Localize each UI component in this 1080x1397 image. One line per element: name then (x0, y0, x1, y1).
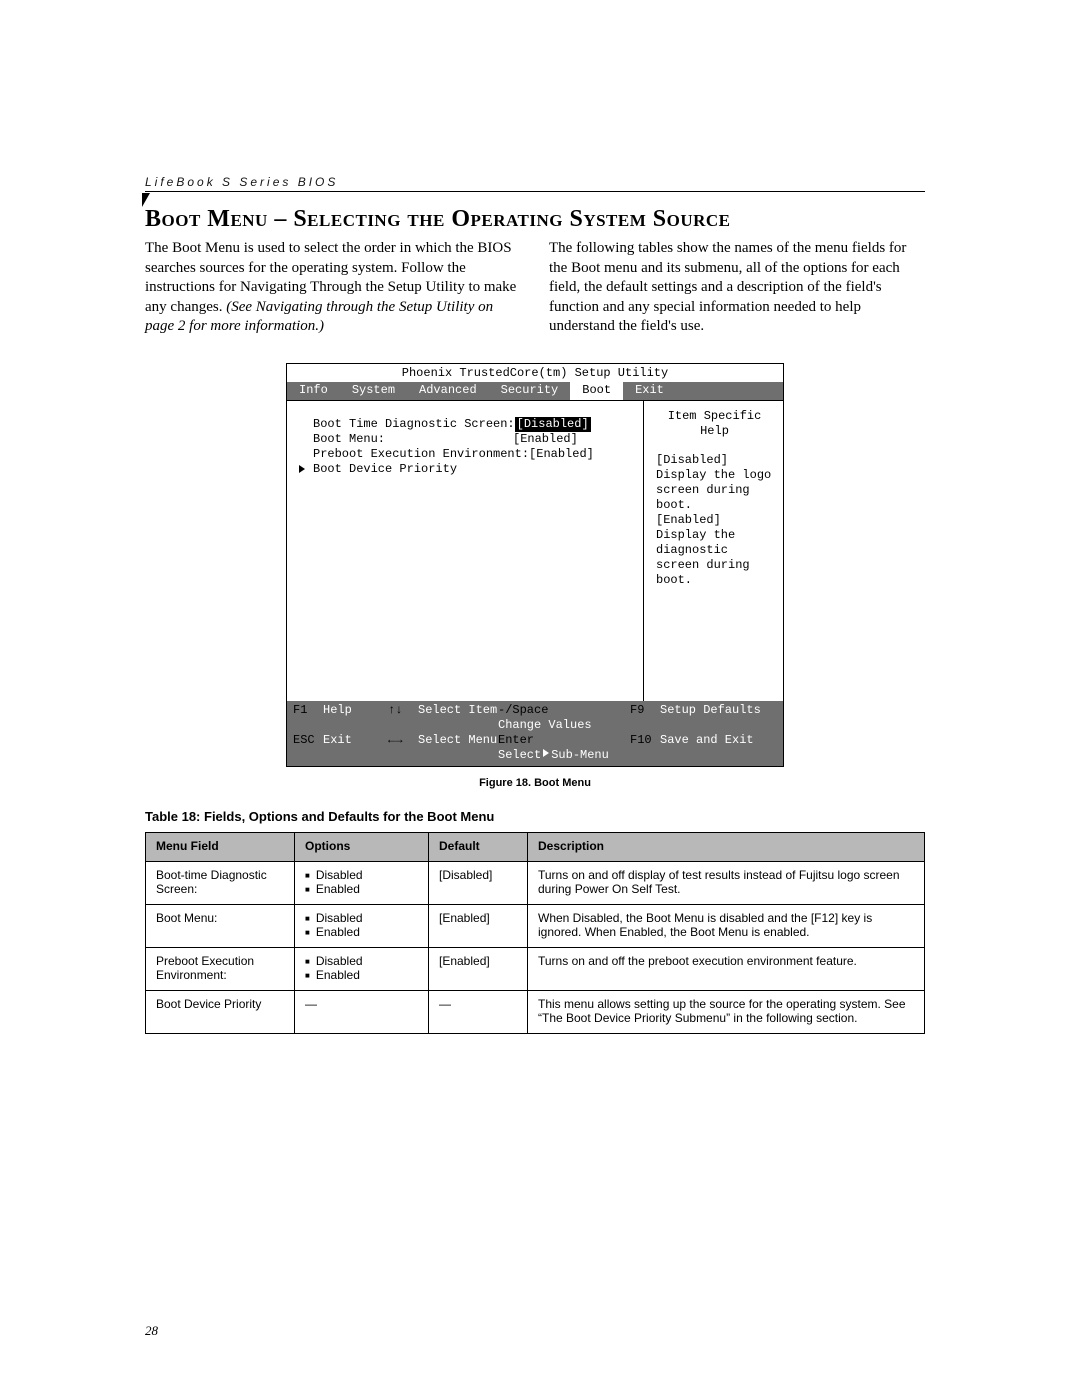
intro-left: The Boot Menu is used to select the orde… (145, 239, 521, 337)
bios-tab-advanced: Advanced (407, 382, 489, 400)
bios-tab-security: Security (489, 382, 571, 400)
key-enter: Enter (498, 733, 554, 748)
cell-menu: Preboot Execution Environment: (146, 947, 295, 990)
running-head: LifeBook S Series BIOS (145, 175, 925, 192)
th-options: Options (295, 832, 429, 861)
bios-item-pxe: Preboot Execution Environment: [Enabled] (313, 447, 633, 462)
cell-desc: This menu allows setting up the source f… (528, 990, 925, 1033)
bios-help-line: [Enabled] (656, 513, 773, 528)
section-title: Boot Menu – Selecting the Operating Syst… (145, 206, 925, 233)
option-item: Disabled (305, 954, 420, 968)
table-row: Boot-time Diagnostic Screen: Disabled En… (146, 861, 925, 904)
figure-caption: Figure 18. Boot Menu (145, 777, 925, 789)
table-row: Preboot Execution Environment: Disabled … (146, 947, 925, 990)
table-header-row: Menu Field Options Default Description (146, 832, 925, 861)
key-updown: ↑↓ (388, 703, 418, 718)
th-menu: Menu Field (146, 832, 295, 861)
key-action: Save and Exit (660, 733, 754, 748)
cell-options: Disabled Enabled (295, 947, 429, 990)
cell-menu: Boot Menu: (146, 904, 295, 947)
bios-help-body: [Disabled] Display the logo screen durin… (656, 453, 773, 588)
bios-footer-row2: ESCExit ←→Select Menu EnterSelect Sub-Me… (293, 733, 777, 763)
cell-menu: Boot-time Diagnostic Screen: (146, 861, 295, 904)
running-head-text: LifeBook S Series BIOS (145, 175, 338, 189)
bios-footer-row1: F1Help ↑↓Select Item -/SpaceChange Value… (293, 703, 777, 733)
option-item: Enabled (305, 925, 420, 939)
bios-item-priority: Boot Device Priority (313, 462, 633, 477)
cell-default: — (429, 990, 528, 1033)
key-action: Select Sub-Menu (498, 748, 609, 763)
bios-body: Boot Time Diagnostic Screen: [Disabled] … (287, 400, 783, 701)
key-action: Help (323, 703, 352, 718)
cell-menu: Boot Device Priority (146, 990, 295, 1033)
cell-default: [Enabled] (429, 947, 528, 990)
option-item: Disabled (305, 911, 420, 925)
cell-options: — (295, 990, 429, 1033)
key-f9: F9 (630, 703, 660, 718)
bios-item-label: Preboot Execution Environment: (313, 447, 529, 462)
th-desc: Description (528, 832, 925, 861)
key-leftright: ←→ (388, 733, 418, 748)
bios-item-label: Boot Menu: (313, 432, 513, 447)
bios-item-label: Boot Device Priority (313, 462, 513, 477)
cell-desc: When Disabled, the Boot Menu is disabled… (528, 904, 925, 947)
page-number: 28 (145, 1323, 158, 1339)
bios-right-pane: Item Specific Help [Disabled] Display th… (644, 401, 783, 701)
bios-help-line: Display the logo screen during boot. (656, 468, 773, 513)
bios-tab-info: Info (287, 382, 340, 400)
cell-desc: Turns on and off the preboot execution e… (528, 947, 925, 990)
key-f1: F1 (293, 703, 323, 718)
intro-columns: The Boot Menu is used to select the orde… (145, 239, 925, 337)
key-action: Select Item (418, 703, 497, 718)
cell-options: Disabled Enabled (295, 904, 429, 947)
option-item: Enabled (305, 882, 420, 896)
intro-right: The following tables show the names of t… (549, 239, 925, 337)
cell-default: [Disabled] (429, 861, 528, 904)
bios-item-value: [Enabled] (529, 447, 594, 462)
bios-tabs: Info System Advanced Security Boot Exit (287, 382, 783, 400)
submenu-arrow-icon (543, 749, 549, 757)
key-esc: ESC (293, 733, 323, 748)
submenu-arrow-icon (299, 465, 305, 473)
bios-tab-system: System (340, 382, 407, 400)
table-title: Table 18: Fields, Options and Defaults f… (145, 809, 925, 824)
bios-left-pane: Boot Time Diagnostic Screen: [Disabled] … (287, 401, 644, 701)
bios-footer: F1Help ↑↓Select Item -/SpaceChange Value… (287, 701, 783, 766)
key-action: Exit (323, 733, 352, 748)
bios-help-title: Item Specific Help (656, 409, 773, 439)
bios-item-bootmenu: Boot Menu: [Enabled] (313, 432, 633, 447)
option-item: Disabled (305, 868, 420, 882)
cell-options: Disabled Enabled (295, 861, 429, 904)
page: LifeBook S Series BIOS Boot Menu – Selec… (0, 0, 1080, 1397)
key-space: -/Space (498, 703, 554, 718)
bios-item-diagnostic: Boot Time Diagnostic Screen: [Disabled] (313, 417, 633, 432)
key-action: Change Values (498, 718, 592, 733)
key-action: Setup Defaults (660, 703, 761, 718)
bios-tab-boot: Boot (570, 382, 623, 400)
head-marker-icon (142, 193, 150, 207)
bios-help-line: [Disabled] (656, 453, 773, 468)
bios-help-line: Display the diagnostic screen during boo… (656, 528, 773, 588)
fields-table: Menu Field Options Default Description B… (145, 832, 925, 1034)
option-item: Enabled (305, 968, 420, 982)
key-f10: F10 (630, 733, 660, 748)
table-row: Boot Device Priority — — This menu allow… (146, 990, 925, 1033)
bios-title: Phoenix TrustedCore(tm) Setup Utility (287, 364, 783, 382)
bios-item-value: [Enabled] (513, 432, 578, 447)
bios-item-value: [Disabled] (515, 417, 591, 432)
bios-screenshot: Phoenix TrustedCore(tm) Setup Utility In… (286, 363, 784, 767)
th-default: Default (429, 832, 528, 861)
bios-tab-exit: Exit (623, 382, 676, 400)
key-action: Select Menu (418, 733, 497, 748)
cell-desc: Turns on and off display of test results… (528, 861, 925, 904)
cell-default: [Enabled] (429, 904, 528, 947)
bios-item-label: Boot Time Diagnostic Screen: (313, 417, 515, 432)
table-row: Boot Menu: Disabled Enabled [Enabled] Wh… (146, 904, 925, 947)
